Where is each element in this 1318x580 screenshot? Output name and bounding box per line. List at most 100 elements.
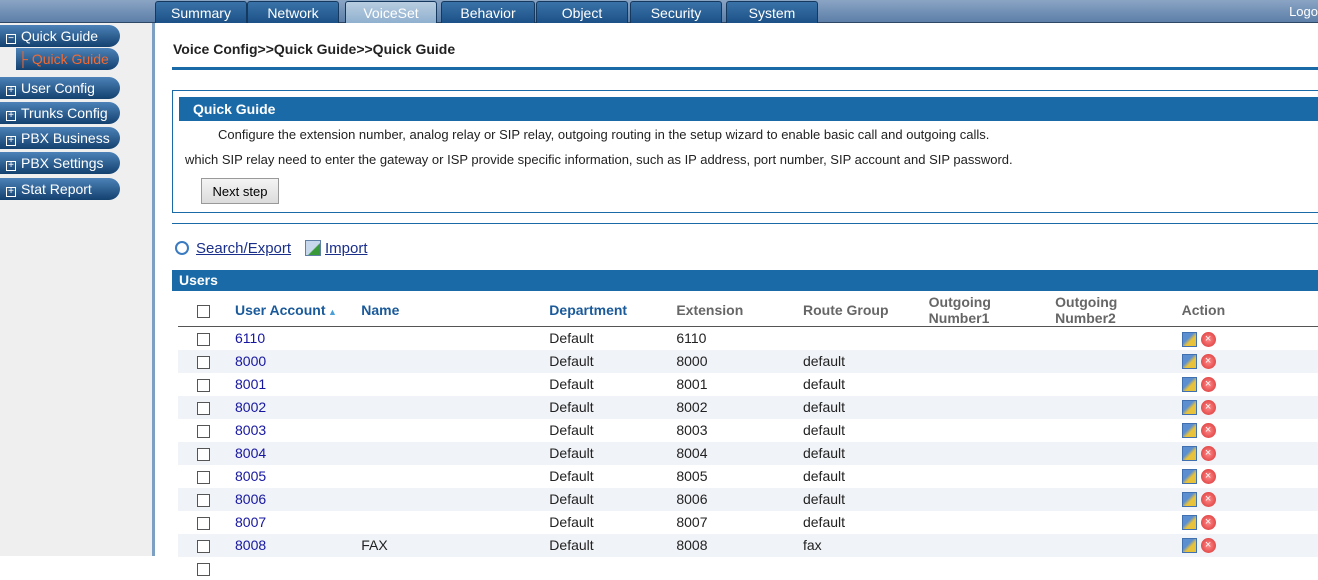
sidebar-item-stat-report[interactable]: + Stat Report [0,178,120,200]
name-cell [361,395,550,419]
outgoing1-cell [929,511,1055,534]
table-row: 8002 Default 8002 default × [178,395,1318,419]
edit-icon[interactable] [1181,469,1197,485]
outgoing2-cell [1055,349,1182,373]
user-account-link[interactable]: 8004 [235,441,362,465]
action-cell: × [1181,533,1318,557]
route-group-cell: default [802,441,929,465]
extension-cell: 8001 [676,376,708,392]
name-cell [361,327,549,350]
department-cell: Default [549,441,677,465]
row-checkbox[interactable] [197,493,210,507]
sidebar-item-quick-guide[interactable]: ├ Quick Guide [16,48,119,70]
row-checkbox[interactable] [197,447,210,461]
search-export-link[interactable]: Search/Export [196,240,291,257]
outgoing1-cell [928,487,1056,511]
panel-title: Quick Guide [179,97,1318,121]
edit-icon[interactable] [1181,538,1197,554]
row-checkbox[interactable] [197,562,210,576]
row-checkbox[interactable] [197,424,210,438]
outgoing2-cell [1055,511,1181,534]
column-route-group: Route Group [802,294,929,327]
expand-icon: + [6,111,16,121]
expand-icon: + [6,86,16,96]
user-account-link[interactable]: 8005 [235,465,361,488]
department-cell: Default [549,349,677,373]
user-account-link[interactable]: 8006 [235,487,362,511]
name-cell [361,373,549,396]
column-label: Name [361,302,400,318]
tab-system[interactable]: System [726,1,818,23]
edit-icon[interactable] [1181,492,1197,508]
outgoing2-cell [1055,533,1182,557]
tab-voiceset[interactable]: VoiceSet [345,1,437,23]
row-checkbox[interactable] [197,516,210,530]
sidebar-item-pbx-business[interactable]: + PBX Business [0,127,120,149]
department-cell: Default [549,514,594,530]
sidebar-item-trunks-config[interactable]: + Trunks Config [0,102,120,124]
delete-icon[interactable]: × [1200,400,1216,416]
user-account-link[interactable]: 8008 [235,533,362,557]
outgoing1-cell [929,465,1055,488]
table-row: 8005 Default 8005 default × [178,465,1318,488]
row-checkbox[interactable] [197,333,210,347]
row-checkbox[interactable] [197,470,210,484]
tab-security[interactable]: Security [630,1,722,23]
delete-icon[interactable]: × [1200,354,1216,370]
delete-icon[interactable]: × [1200,469,1216,485]
logout-link[interactable]: Logo [1289,4,1318,19]
extension-cell: 8007 [676,514,708,530]
extension-cell: 8002 [676,395,803,419]
select-all-checkbox[interactable] [197,304,210,318]
sort-asc-icon[interactable]: ▲ [326,307,337,317]
edit-icon[interactable] [1181,331,1197,347]
import-icon[interactable] [305,240,321,256]
edit-icon[interactable] [1181,354,1197,370]
delete-icon[interactable]: × [1200,446,1216,462]
tab-summary[interactable]: Summary [155,1,247,23]
tab-network[interactable]: Network [247,1,339,23]
edit-icon[interactable] [1181,377,1197,393]
tab-object[interactable]: Object [536,1,628,23]
name-cell [361,419,549,442]
edit-icon[interactable] [1181,400,1197,416]
import-link[interactable]: Import [325,240,368,257]
delete-icon[interactable]: × [1200,538,1216,554]
outgoing1-cell [928,349,1056,373]
user-account-link[interactable]: 6110 [235,327,361,350]
edit-icon[interactable] [1181,423,1197,439]
name-cell: FAX [361,533,550,557]
row-checkbox[interactable] [197,539,210,553]
delete-icon[interactable]: × [1200,515,1216,531]
user-account-link[interactable]: 8000 [235,349,362,373]
extension-cell: 6110 [676,330,707,347]
next-step-button[interactable]: Next step [201,178,279,204]
row-checkbox[interactable] [197,355,210,369]
row-checkbox[interactable] [197,378,210,392]
extension-cell: 8006 [676,487,803,511]
delete-icon[interactable]: × [1200,492,1216,508]
column-department[interactable]: Department [549,294,677,327]
delete-icon[interactable]: × [1200,377,1216,393]
column-user-account[interactable]: User Account ▲ [235,294,362,327]
edit-icon[interactable] [1181,446,1197,462]
column-name[interactable]: Name [361,294,550,327]
search-icon[interactable] [175,241,189,255]
sidebar: − Quick Guide ├ Quick Guide + User Config + Tr… [0,23,155,556]
tab-behavior-policy[interactable]: Behavior Policy [441,1,535,43]
delete-icon[interactable]: × [1200,423,1216,439]
column-outgoing-number2: Outgoing Number2 [1055,294,1182,327]
user-account-link[interactable]: 8002 [235,395,362,419]
top-nav: Summary Network VoiceSet Behavior Policy Obj… [0,0,1318,43]
user-account-link[interactable]: 8001 [235,373,361,396]
sidebar-item-quick-guide[interactable]: − Quick Guide [0,25,120,47]
delete-icon[interactable]: × [1200,331,1216,347]
sidebar-item-user-config[interactable]: + User Config [0,77,120,99]
edit-icon[interactable] [1181,515,1197,531]
user-account-link[interactable]: 8007 [235,511,361,534]
sidebar-item-pbx-settings[interactable]: + PBX Settings [0,152,120,174]
user-account-link[interactable]: 8003 [235,419,361,442]
table-row: 8008 FAX Default 8008 fax × [178,533,1318,557]
outgoing2-cell [1055,395,1182,419]
row-checkbox[interactable] [197,401,210,415]
